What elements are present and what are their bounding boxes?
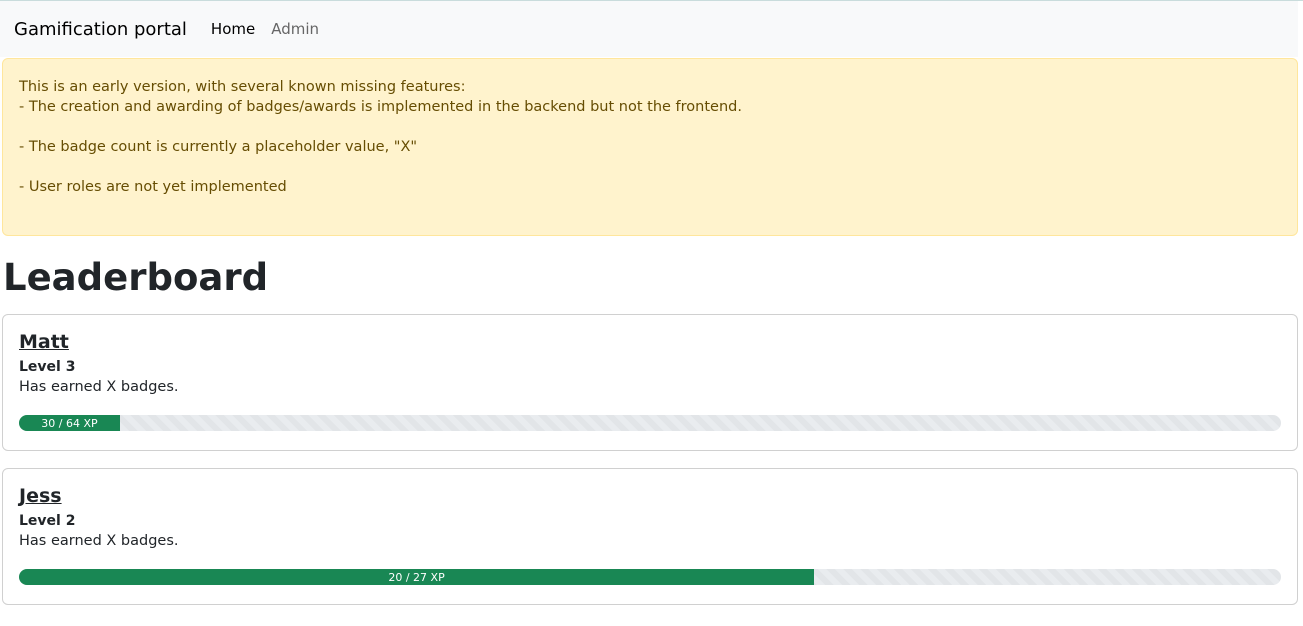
xp-progress-bar: 20 / 27 XP <box>19 569 815 585</box>
xp-progress-bar: 30 / 64 XP <box>19 415 120 431</box>
user-level: Level 2 <box>19 513 76 529</box>
alert-line: - User roles are not yet implemented <box>19 179 287 195</box>
alert-line: - The badge count is currently a placeho… <box>19 139 418 155</box>
nav-admin[interactable]: Admin <box>271 20 319 38</box>
alert-line: - The creation and awarding of badges/aw… <box>19 99 742 115</box>
navbar: Gamification portal Home Admin <box>0 1 1298 57</box>
user-card: Jess Level 2 Has earned X badges. 20 / 2… <box>2 468 1298 605</box>
user-name-link[interactable]: Matt <box>19 331 69 353</box>
user-badges: Has earned X badges. <box>19 533 179 549</box>
alert-line: This is an early version, with several k… <box>19 79 466 95</box>
user-name-link[interactable]: Jess <box>19 485 62 507</box>
brand[interactable]: Gamification portal <box>14 19 187 40</box>
xp-progress: 30 / 64 XP <box>19 415 1281 431</box>
user-card: Matt Level 3 Has earned X badges. 30 / 6… <box>2 314 1298 451</box>
nav-home[interactable]: Home <box>211 20 255 38</box>
warning-alert: This is an early version, with several k… <box>2 58 1298 236</box>
page-title: Leaderboard <box>3 256 269 299</box>
user-level: Level 3 <box>19 359 76 375</box>
xp-progress: 20 / 27 XP <box>19 569 1281 585</box>
user-badges: Has earned X badges. <box>19 379 179 395</box>
